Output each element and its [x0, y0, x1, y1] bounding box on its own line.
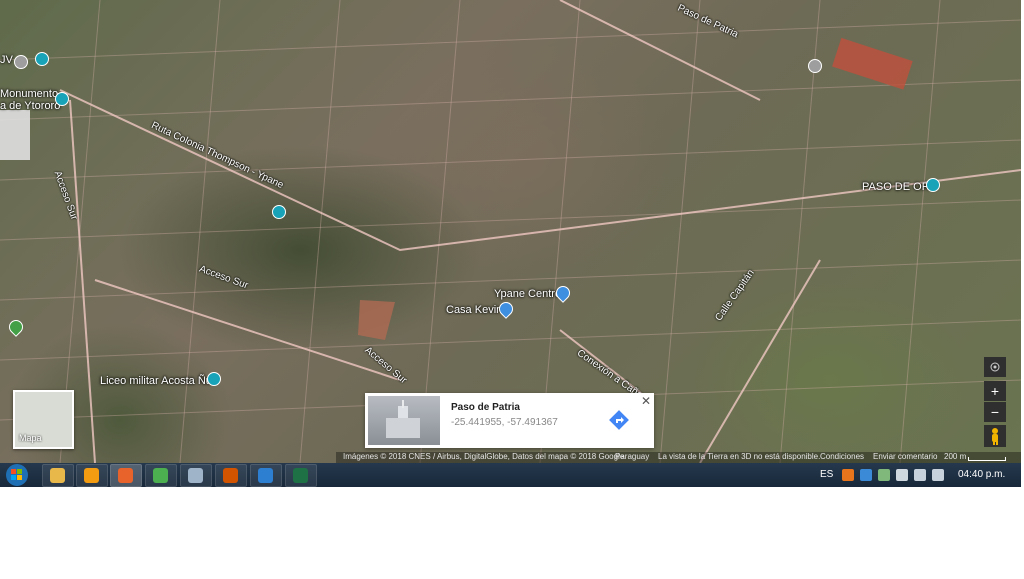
my-location-icon: [990, 362, 1000, 372]
directions-icon[interactable]: [608, 409, 630, 431]
place-label-casa-kevin[interactable]: Casa Kevin: [446, 304, 502, 316]
taskbar-network-button[interactable]: [250, 464, 282, 487]
place-info-card[interactable]: Paso de Patria -25.441955, -57.491367 ✕: [365, 393, 654, 448]
scale-bar: [968, 457, 1006, 461]
my-location-button[interactable]: [984, 357, 1006, 377]
bus-stop-icon[interactable]: [926, 178, 940, 192]
action-center-flag-icon[interactable]: [896, 469, 908, 481]
zoom-out-button[interactable]: −: [984, 402, 1006, 422]
place-title: Paso de Patria: [451, 402, 520, 413]
taskbar-excel-button[interactable]: [285, 464, 317, 487]
imagery-credit: Imágenes © 2018 CNES / Airbus, DigitalGl…: [343, 452, 625, 461]
start-button[interactable]: [3, 463, 31, 487]
tray-app-icon[interactable]: [842, 469, 854, 481]
earth-view-notice: La vista de la Tierra en 3D no está disp…: [658, 452, 821, 461]
volume-icon[interactable]: [932, 469, 944, 481]
country-link[interactable]: Paraguay: [615, 452, 649, 461]
close-icon[interactable]: ✕: [641, 394, 651, 408]
bus-stop-icon[interactable]: [55, 92, 69, 106]
place-pin-icon[interactable]: [808, 59, 822, 73]
place-pin-icon[interactable]: [14, 55, 28, 69]
place-label-ytororo[interactable]: a de Ytororo: [0, 100, 60, 112]
taskbar-firefox-button[interactable]: [110, 464, 142, 487]
place-photo[interactable]: [368, 396, 440, 445]
explorer-icon: [50, 468, 65, 483]
place-label-monumento[interactable]: Monumento: [0, 88, 58, 100]
taskbar: ES 04:40 p.m.: [0, 463, 1021, 487]
bus-stop-icon[interactable]: [35, 52, 49, 66]
feedback-link[interactable]: Enviar comentario: [873, 452, 937, 461]
place-label-liceo[interactable]: Liceo militar Acosta Ñu: [100, 375, 212, 387]
map-type-label: Mapa: [19, 433, 42, 443]
clock[interactable]: 04:40 p.m.: [958, 463, 1005, 487]
place-label-jv[interactable]: JV: [0, 54, 13, 66]
place-label-ypane-centro[interactable]: Ypane Centro: [494, 288, 561, 300]
paint-icon: [223, 468, 238, 483]
zoom-in-button[interactable]: +: [984, 381, 1006, 401]
firefox-icon: [118, 468, 133, 483]
excel-icon: [293, 468, 308, 483]
taskbar-chrome-button[interactable]: [145, 464, 177, 487]
tray-app-icon[interactable]: [878, 469, 890, 481]
place-coords: -25.441955, -57.491367: [451, 417, 558, 428]
satellite-map[interactable]: Paso de Patria Ruta Colonia Thompson - Y…: [0, 0, 1021, 463]
taskbar-media-player-button[interactable]: [76, 464, 108, 487]
school-pin-icon[interactable]: [207, 372, 221, 386]
taskbar-explorer-button[interactable]: [42, 464, 74, 487]
terms-link[interactable]: Condiciones: [820, 452, 864, 461]
windows-logo-icon: [6, 464, 28, 486]
map-type-toggle[interactable]: Mapa: [13, 390, 74, 449]
pegman-icon[interactable]: [984, 425, 1006, 447]
language-indicator[interactable]: ES: [820, 463, 833, 487]
scale-label[interactable]: 200 m: [944, 452, 966, 461]
bus-stop-icon[interactable]: [272, 205, 286, 219]
taskbar-globe-button[interactable]: [180, 464, 212, 487]
media-player-icon: [84, 468, 99, 483]
taskbar-paint-button[interactable]: [215, 464, 247, 487]
tray-app-icon[interactable]: [860, 469, 872, 481]
globe-icon: [188, 468, 203, 483]
network-icon[interactable]: [914, 469, 926, 481]
chrome-icon: [153, 468, 168, 483]
network-icon: [258, 468, 273, 483]
